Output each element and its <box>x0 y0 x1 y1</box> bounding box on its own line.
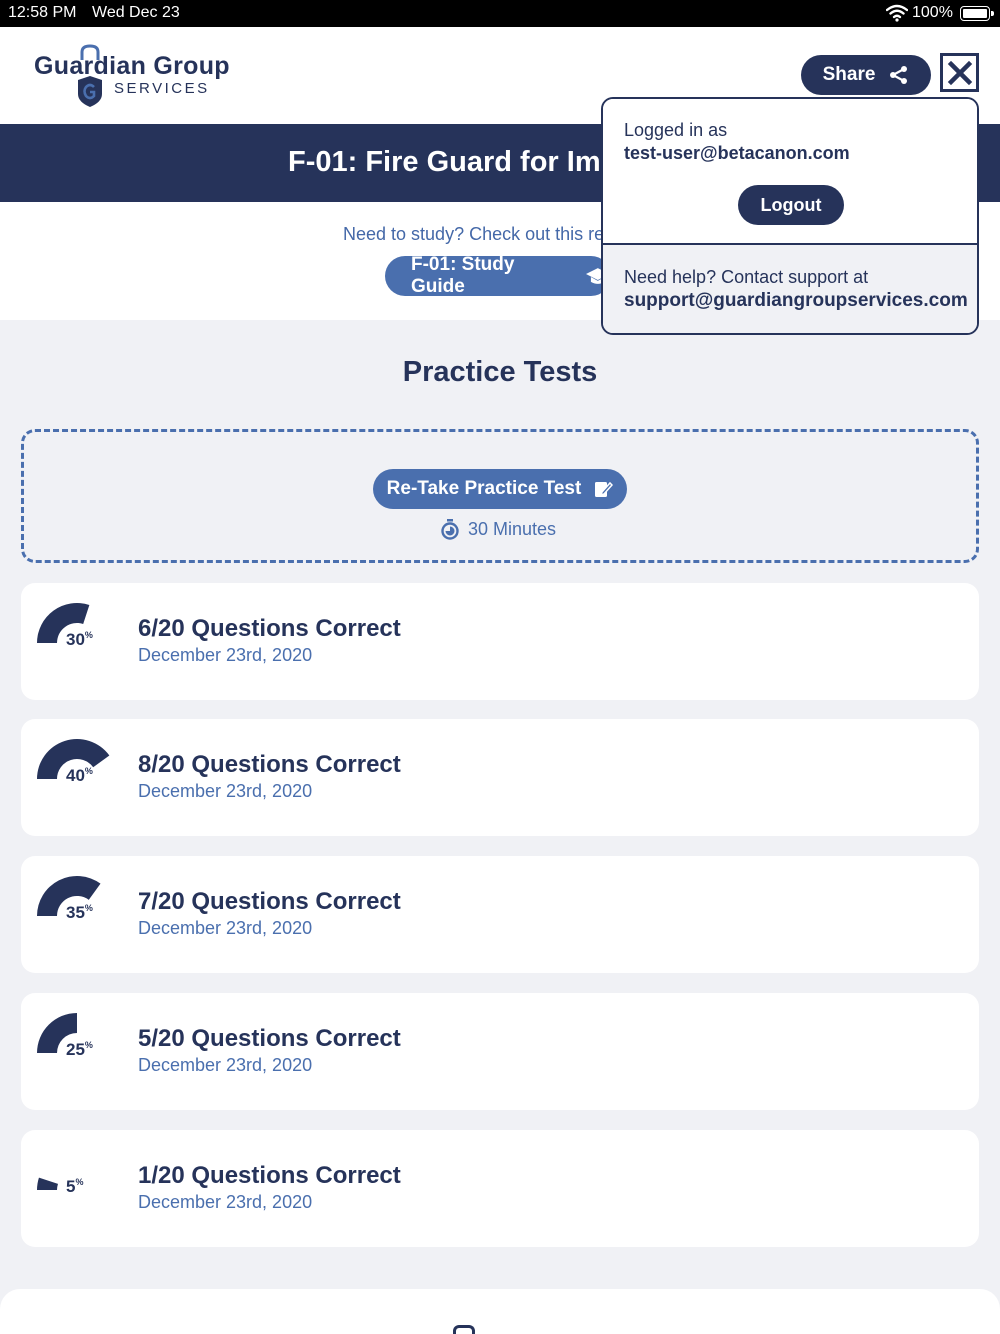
stopwatch-icon <box>441 519 459 540</box>
logo-brand: Guardian Group <box>34 52 230 80</box>
logo: Guardian Group SERVICES <box>32 44 242 114</box>
test-duration: 30 Minutes <box>440 518 556 540</box>
score-gauge <box>37 1013 77 1053</box>
score-text: 1/20 Questions Correct <box>138 1162 401 1189</box>
practice-tests-heading: Practice Tests <box>402 356 598 388</box>
result-date: December 23rd, 2020 <box>138 781 313 801</box>
score-percent: 25% <box>66 1040 93 1059</box>
account-popover: Logged in as test-user@betacanon.com Log… <box>601 97 979 335</box>
result-date: December 23rd, 2020 <box>138 645 313 665</box>
share-label: Share <box>822 64 876 85</box>
battery-icon <box>960 6 994 21</box>
account-info: Logged in as test-user@betacanon.com Log… <box>603 99 977 245</box>
gauge-arc <box>37 1177 58 1190</box>
score-gauge <box>37 876 101 916</box>
score-text: 5/20 Questions Correct <box>138 1025 401 1052</box>
duration-text: 30 Minutes <box>468 518 557 539</box>
score-text: 7/20 Questions Correct <box>138 888 401 915</box>
status-time: 12:58 PM <box>8 4 77 21</box>
score-text: 8/20 Questions Correct <box>138 751 401 778</box>
score-percent: 5% <box>66 1177 84 1196</box>
result-card[interactable]: 25% 5/20 Questions Correct December 23rd… <box>21 993 979 1110</box>
logo-subtitle: SERVICES <box>114 80 210 97</box>
result-date: December 23rd, 2020 <box>138 1192 313 1212</box>
logout-button[interactable]: Logout <box>738 185 844 225</box>
close-icon <box>947 60 972 85</box>
score-gauge <box>37 1177 58 1190</box>
edit-document-icon <box>595 481 614 497</box>
result-card[interactable]: 5% 1/20 Questions Correct December 23rd,… <box>21 1130 979 1247</box>
result-card[interactable]: 40% 8/20 Questions Correct December 23rd… <box>21 719 979 836</box>
bottom-card <box>0 1289 1000 1334</box>
score-gauge <box>37 603 90 643</box>
score-percent: 30% <box>66 630 93 649</box>
result-card[interactable]: 30% 6/20 Questions Correct December 23rd… <box>21 583 979 700</box>
score-text: 6/20 Questions Correct <box>138 615 401 642</box>
battery-percent: 100% <box>912 4 953 21</box>
result-date: December 23rd, 2020 <box>138 918 313 938</box>
score-gauge <box>37 739 110 779</box>
result-date: December 23rd, 2020 <box>138 1055 313 1075</box>
retake-practice-test-button[interactable]: Re-Take Practice Test <box>373 469 627 509</box>
study-prompt: Need to study? Check out this re <box>343 224 605 244</box>
help-text: Need help? Contact support at <box>624 267 869 287</box>
support-info: Need help? Contact support at support@gu… <box>603 245 977 333</box>
study-guide-label: F-01: Study Guide <box>411 254 515 297</box>
study-guide-button[interactable]: F-01: Study Guide <box>385 254 611 297</box>
wifi-icon <box>886 4 908 22</box>
lock-icon <box>453 1325 475 1334</box>
share-button[interactable]: Share <box>801 55 931 95</box>
close-button[interactable] <box>940 53 979 92</box>
status-bar: 12:58 PM Wed Dec 23 100% <box>0 0 1000 27</box>
support-email-link[interactable]: support@guardiangroupservices.com <box>624 290 968 312</box>
logged-in-label: Logged in as <box>624 120 728 140</box>
course-title: F-01: Fire Guard for Impai <box>288 146 643 178</box>
shield-lock-icon <box>78 44 102 107</box>
status-date: Wed Dec 23 <box>92 4 180 21</box>
score-percent: 40% <box>66 766 93 785</box>
retake-label: Re-Take Practice Test <box>386 478 582 499</box>
share-icon <box>890 66 908 84</box>
score-percent: 35% <box>66 903 93 922</box>
result-card[interactable]: 35% 7/20 Questions Correct December 23rd… <box>21 856 979 973</box>
user-email: test-user@betacanon.com <box>624 143 850 163</box>
